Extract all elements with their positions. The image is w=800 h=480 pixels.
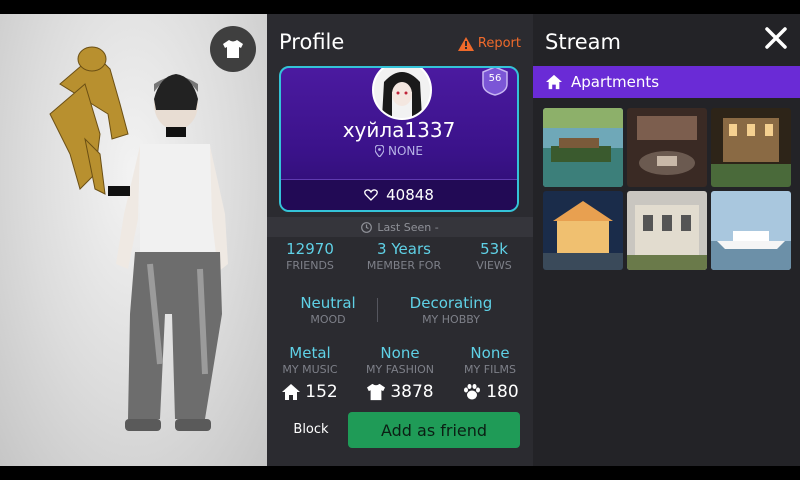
last-seen-text: Last Seen -: [377, 220, 439, 234]
stat-label: MY MUSIC: [282, 363, 338, 376]
stream-panel: Stream Apartments: [533, 14, 800, 466]
stream-thumbnail[interactable]: [627, 108, 707, 187]
profile-avatar[interactable]: [372, 68, 432, 120]
add-friend-button[interactable]: Add as friend: [348, 412, 520, 448]
stat-label: VIEWS: [476, 259, 512, 272]
stat-label: MEMBER FOR: [366, 259, 442, 272]
stat-value: Neutral: [300, 294, 356, 312]
stream-thumbnail[interactable]: [711, 191, 791, 270]
stat-value: 53k: [480, 240, 508, 258]
username: хуйла1337: [342, 118, 456, 142]
clothes-counter[interactable]: 3878: [366, 382, 434, 402]
stream-thumbnail[interactable]: [711, 108, 791, 187]
stat-value: 3 Years: [377, 240, 431, 258]
stat-views: 53k VIEWS: [467, 240, 521, 272]
stat-films: None MY FILMS: [455, 344, 525, 376]
pets-counter[interactable]: 180: [462, 382, 519, 402]
avatar-panel: [0, 14, 267, 466]
stat-hobby: Decorating MY HOBBY: [397, 294, 505, 326]
warning-icon: [457, 36, 474, 51]
character-render: [49, 46, 228, 431]
stat-value: Metal: [289, 344, 331, 362]
block-button[interactable]: Block: [281, 412, 341, 446]
profile-title: Profile: [279, 30, 345, 54]
level-value: 56: [488, 73, 502, 84]
close-icon[interactable]: [764, 26, 788, 50]
dragon-pet: [49, 46, 129, 195]
divider: [377, 298, 378, 322]
tshirt-icon: [367, 383, 386, 401]
paw-icon: [464, 384, 481, 400]
stat-friends[interactable]: 12970 FRIENDS: [279, 240, 341, 272]
pets-count: 180: [486, 382, 519, 402]
rooms-count: 152: [305, 382, 338, 402]
stat-music: Metal MY MUSIC: [277, 344, 343, 376]
profile-panel: Profile Report 56 хуйла1337 NONE 40848 L…: [267, 14, 533, 466]
stream-grid: [543, 108, 795, 270]
stream-thumbnail[interactable]: [543, 191, 623, 270]
stream-title: Stream: [545, 30, 621, 54]
clock-icon: [361, 221, 373, 233]
stat-value: None: [380, 344, 420, 362]
stat-label: FRIENDS: [286, 259, 334, 272]
stat-fashion: None MY FASHION: [359, 344, 441, 376]
likes-bar[interactable]: 40848: [281, 179, 517, 210]
stat-label: MY HOBBY: [422, 313, 480, 326]
likes-count: 40848: [386, 186, 434, 204]
stream-thumbnail[interactable]: [543, 108, 623, 187]
house-icon: [546, 74, 562, 90]
category-label: Apartments: [571, 73, 660, 91]
stat-member-for: 3 Years MEMBER FOR: [359, 240, 449, 272]
profile-card: 56 хуйла1337 NONE 40848: [279, 66, 519, 212]
location: NONE: [281, 144, 517, 158]
location-pin-icon: [375, 145, 384, 157]
category-apartments[interactable]: Apartments: [533, 66, 800, 98]
clothes-count: 3878: [390, 382, 434, 402]
rooms-counter[interactable]: 152: [281, 382, 338, 402]
stat-label: MY FASHION: [366, 363, 434, 376]
counters: 152 3878 180: [267, 382, 533, 402]
stat-value: Decorating: [409, 294, 493, 312]
stat-label: MY FILMS: [464, 363, 516, 376]
stat-label: MOOD: [310, 313, 346, 326]
report-button[interactable]: Report: [457, 36, 521, 51]
stat-value: 12970: [286, 240, 334, 258]
house-icon: [282, 384, 301, 400]
heart-icon: [364, 189, 379, 201]
wardrobe-button[interactable]: [210, 26, 256, 72]
stream-thumbnail[interactable]: [627, 191, 707, 270]
location-text: NONE: [388, 144, 423, 158]
last-seen: Last Seen -: [267, 217, 533, 237]
stat-mood: Neutral MOOD: [289, 294, 367, 326]
tshirt-icon: [223, 40, 243, 58]
stat-value: None: [470, 344, 510, 362]
report-label: Report: [477, 36, 521, 51]
